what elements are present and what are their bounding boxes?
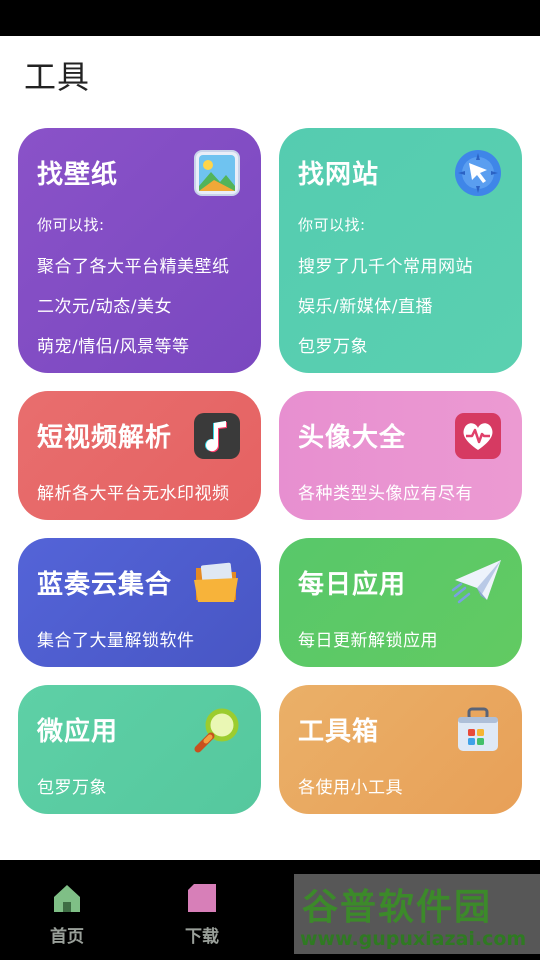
compass-cursor-icon <box>453 148 503 198</box>
card-toolbox[interactable]: 工具箱 各使用小工具 <box>279 685 522 814</box>
card-title: 微应用 <box>37 717 119 747</box>
card-lanzou-collection[interactable]: 蓝奏云集合 集合了大量解锁软件 <box>18 538 261 667</box>
watermark-url: www.gupuxiazai.com <box>300 928 527 950</box>
card-title: 找网站 <box>298 160 380 190</box>
card-line: 你可以找: <box>298 216 366 234</box>
page-title: 工具 <box>24 58 91 96</box>
card-daily-apps[interactable]: 每日应用 每日更新解锁应用 <box>279 538 522 667</box>
card-title: 头像大全 <box>298 423 407 453</box>
card-short-video[interactable]: 短视频解析 解析各大平台无水印视频 <box>18 391 261 520</box>
paper-plane-icon <box>451 556 505 606</box>
music-note-icon <box>194 413 240 459</box>
card-title: 找壁纸 <box>37 160 119 190</box>
card-title: 每日应用 <box>298 570 407 600</box>
tab-label: 首页 <box>50 927 84 947</box>
card-title: 工具箱 <box>298 717 380 747</box>
card-line: 娱乐/新媒体/直播 <box>298 297 433 317</box>
card-line: 二次元/动态/美女 <box>37 297 172 317</box>
card-line: 搜罗了几千个常用网站 <box>298 257 473 277</box>
card-line: 萌宠/情侣/风景等等 <box>37 337 190 357</box>
tab-label: 下载 <box>185 927 219 947</box>
card-line: 包罗万象 <box>37 778 107 798</box>
toolbox-icon <box>455 705 501 755</box>
download-icon <box>186 882 218 914</box>
wallpaper-icon <box>194 150 240 196</box>
heart-pulse-icon <box>455 413 501 459</box>
folder-icon <box>192 558 242 608</box>
card-line: 解析各大平台无水印视频 <box>37 484 230 504</box>
tab-home[interactable]: 首页 <box>17 860 117 960</box>
card-title: 蓝奏云集合 <box>37 570 173 600</box>
card-wallpaper[interactable]: 找壁纸 你可以找: 聚合了各大平台精美壁纸 二次元/动态/美女 萌宠/情侣/风景… <box>18 128 261 373</box>
card-line: 你可以找: <box>37 216 105 234</box>
card-avatars[interactable]: 头像大全 各种类型头像应有尽有 <box>279 391 522 520</box>
home-icon <box>51 882 83 914</box>
watermark-title: 谷普软件园 <box>302 887 493 928</box>
card-line: 各种类型头像应有尽有 <box>298 484 473 504</box>
card-line: 每日更新解锁应用 <box>298 631 438 651</box>
card-line: 集合了大量解锁软件 <box>37 631 195 651</box>
card-micro-apps[interactable]: 微应用 包罗万象 <box>18 685 261 814</box>
tab-download[interactable]: 下载 <box>152 860 252 960</box>
status-bar <box>0 0 540 36</box>
watermark: 谷普软件园 www.gupuxiazai.com <box>294 874 540 954</box>
card-websites[interactable]: 找网站 你可以找: 搜罗了几千个常用网站 娱乐/新媒体/直播 包罗万象 <box>279 128 522 373</box>
card-title: 短视频解析 <box>37 423 173 453</box>
card-line: 包罗万象 <box>298 337 368 357</box>
magnifier-icon <box>192 705 242 755</box>
card-line: 各使用小工具 <box>298 778 403 798</box>
card-line: 聚合了各大平台精美壁纸 <box>37 257 230 277</box>
